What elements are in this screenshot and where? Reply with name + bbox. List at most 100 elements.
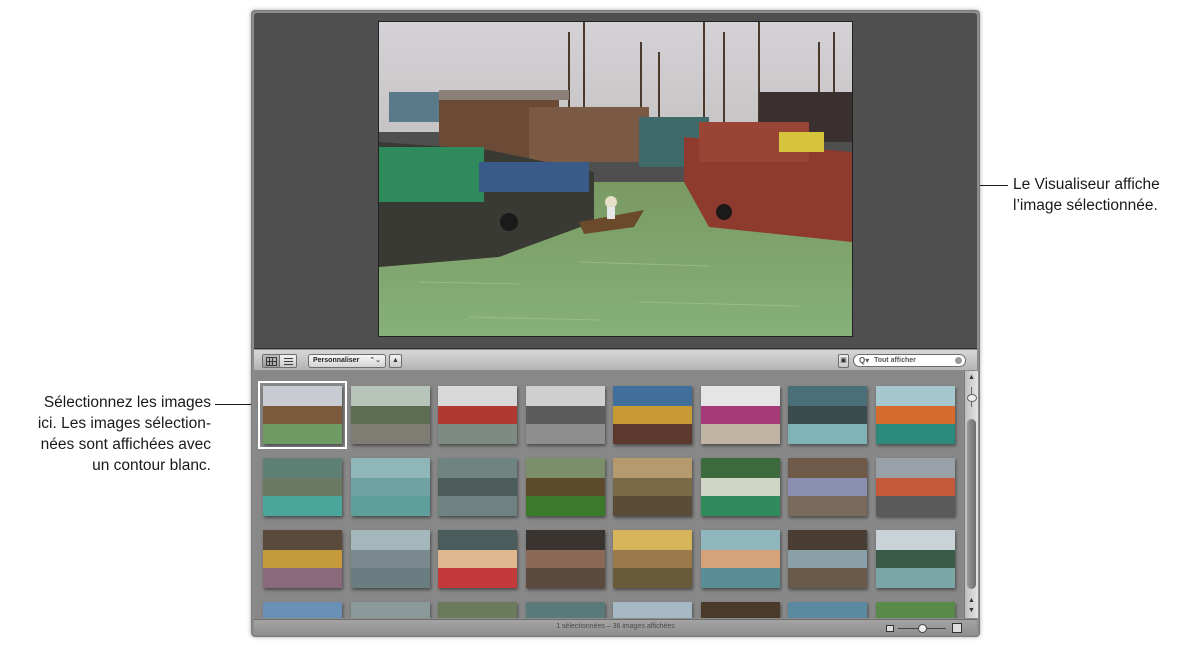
thumbnail[interactable] bbox=[876, 602, 955, 618]
thumbnail[interactable] bbox=[438, 602, 517, 618]
thumbnail[interactable] bbox=[876, 530, 955, 588]
browser-toolbar: Personnaliser ⌃⌄ ▲ ▣ Q▾ Tout afficher bbox=[254, 350, 977, 371]
thumbnail-foreground bbox=[613, 568, 692, 588]
thumbnail-foreground bbox=[263, 568, 342, 588]
thumbnail[interactable] bbox=[701, 386, 780, 444]
thumbnail-subject bbox=[788, 550, 867, 570]
view-mode-control bbox=[262, 354, 297, 368]
viewer-callout: Le Visualiseur affiche l’image sélection… bbox=[1013, 174, 1201, 216]
size-knob[interactable] bbox=[967, 394, 977, 402]
scroll-up-arrow-bottom[interactable]: ▲ bbox=[966, 596, 977, 606]
thumbnail-foreground bbox=[876, 568, 955, 588]
thumbnail[interactable] bbox=[788, 602, 867, 618]
thumbnail[interactable] bbox=[613, 458, 692, 516]
thumbnail[interactable] bbox=[613, 602, 692, 618]
thumbnail-subject bbox=[526, 550, 605, 570]
thumbnail[interactable] bbox=[351, 530, 430, 588]
thumbnail-subject bbox=[701, 550, 780, 570]
thumbnail-sky bbox=[438, 602, 517, 618]
viewer-pane[interactable] bbox=[254, 13, 977, 349]
thumbnail[interactable] bbox=[876, 386, 955, 444]
list-view-button[interactable] bbox=[279, 355, 296, 367]
thumbnail-zoom-slider[interactable] bbox=[886, 623, 966, 633]
thumbnail[interactable] bbox=[526, 530, 605, 588]
clear-search-icon[interactable] bbox=[955, 357, 962, 364]
thumbnail[interactable] bbox=[263, 458, 342, 516]
thumbnail[interactable] bbox=[788, 530, 867, 588]
thumbnail-subject bbox=[613, 478, 692, 498]
thumbnail[interactable] bbox=[526, 602, 605, 618]
thumbnail-subject bbox=[876, 406, 955, 426]
thumbnail-subject bbox=[526, 478, 605, 498]
thumbnail[interactable] bbox=[258, 381, 347, 449]
thumbnail[interactable] bbox=[701, 530, 780, 588]
thumbnail-subject bbox=[263, 406, 342, 426]
thumbnail-foreground bbox=[788, 496, 867, 516]
thumbnail-foreground bbox=[263, 496, 342, 516]
browser-callout-line-4: un contour blanc. bbox=[92, 457, 211, 474]
scroll-down-arrow[interactable]: ▼ bbox=[966, 606, 977, 616]
sort-direction-button[interactable]: ▲ bbox=[389, 354, 402, 368]
thumbnail-subject bbox=[438, 550, 517, 570]
search-field[interactable]: Q▾ Tout afficher bbox=[853, 354, 966, 367]
thumbnail-sky bbox=[526, 602, 605, 618]
thumbnail-subject bbox=[613, 550, 692, 570]
triangle-up-icon: ▲ bbox=[392, 357, 399, 364]
grid-view-button[interactable] bbox=[263, 355, 279, 367]
thumbnail-foreground bbox=[613, 424, 692, 444]
thumbnail-foreground bbox=[438, 568, 517, 588]
thumbnail[interactable] bbox=[351, 458, 430, 516]
thumbnail[interactable] bbox=[788, 458, 867, 516]
aperture-window: Personnaliser ⌃⌄ ▲ ▣ Q▾ Tout afficher ▲ … bbox=[251, 10, 980, 637]
thumbnail[interactable] bbox=[263, 602, 342, 618]
thumbnail[interactable] bbox=[438, 530, 517, 588]
thumbnail[interactable] bbox=[701, 602, 780, 618]
thumbnail-foreground bbox=[876, 424, 955, 444]
thumbnail[interactable] bbox=[351, 602, 430, 618]
thumbnail[interactable] bbox=[263, 530, 342, 588]
scroll-thumb[interactable] bbox=[967, 419, 976, 589]
thumbnail-subject bbox=[788, 478, 867, 498]
thumbnail-subject bbox=[263, 478, 342, 498]
large-image-icon bbox=[952, 623, 962, 633]
search-placeholder: Tout afficher bbox=[874, 357, 916, 364]
thumbnail-subject bbox=[876, 478, 955, 498]
thumbnail-foreground bbox=[526, 424, 605, 444]
scroll-up-arrow[interactable]: ▲ bbox=[966, 373, 977, 383]
thumbnail-foreground bbox=[438, 496, 517, 516]
sort-popup[interactable]: Personnaliser ⌃⌄ bbox=[308, 354, 386, 368]
thumbnail-foreground bbox=[788, 424, 867, 444]
thumbnail[interactable] bbox=[526, 386, 605, 444]
thumbnail[interactable] bbox=[438, 458, 517, 516]
thumbnail-subject bbox=[438, 406, 517, 426]
thumbnail-foreground bbox=[788, 568, 867, 588]
thumbnail[interactable] bbox=[613, 530, 692, 588]
sort-popup-label: Personnaliser bbox=[313, 357, 360, 364]
small-image-icon bbox=[886, 625, 894, 632]
thumbnail-foreground bbox=[701, 568, 780, 588]
harbor-boats-photo bbox=[379, 22, 852, 336]
thumbnail[interactable] bbox=[351, 386, 430, 444]
thumbnail-subject bbox=[438, 478, 517, 498]
viewer-callout-line-1: Le Visualiseur affiche bbox=[1013, 176, 1160, 193]
zoom-knob[interactable] bbox=[918, 624, 927, 633]
thumbnail[interactable] bbox=[876, 458, 955, 516]
status-bar: 1 sélectionnées – 36 images affichées bbox=[254, 619, 977, 635]
thumbnail-size-control[interactable] bbox=[966, 387, 977, 407]
filter-hud-button[interactable]: ▣ bbox=[838, 354, 849, 368]
browser-scrollbar[interactable]: ▲ ▲ ▼ bbox=[964, 371, 978, 618]
thumbnail-subject bbox=[351, 478, 430, 498]
thumbnail-sky bbox=[263, 602, 342, 618]
thumbnail[interactable] bbox=[788, 386, 867, 444]
filter-icon: ▣ bbox=[840, 357, 847, 364]
thumbnail-subject bbox=[263, 550, 342, 570]
thumbnail[interactable] bbox=[701, 458, 780, 516]
thumbnail-foreground bbox=[351, 424, 430, 444]
thumbnail[interactable] bbox=[438, 386, 517, 444]
viewer-photo[interactable] bbox=[378, 21, 853, 337]
thumbnail[interactable] bbox=[526, 458, 605, 516]
thumbnail-foreground bbox=[876, 496, 955, 516]
thumbnail-foreground bbox=[351, 568, 430, 588]
thumbnail[interactable] bbox=[613, 386, 692, 444]
thumbnail-foreground bbox=[263, 424, 342, 444]
